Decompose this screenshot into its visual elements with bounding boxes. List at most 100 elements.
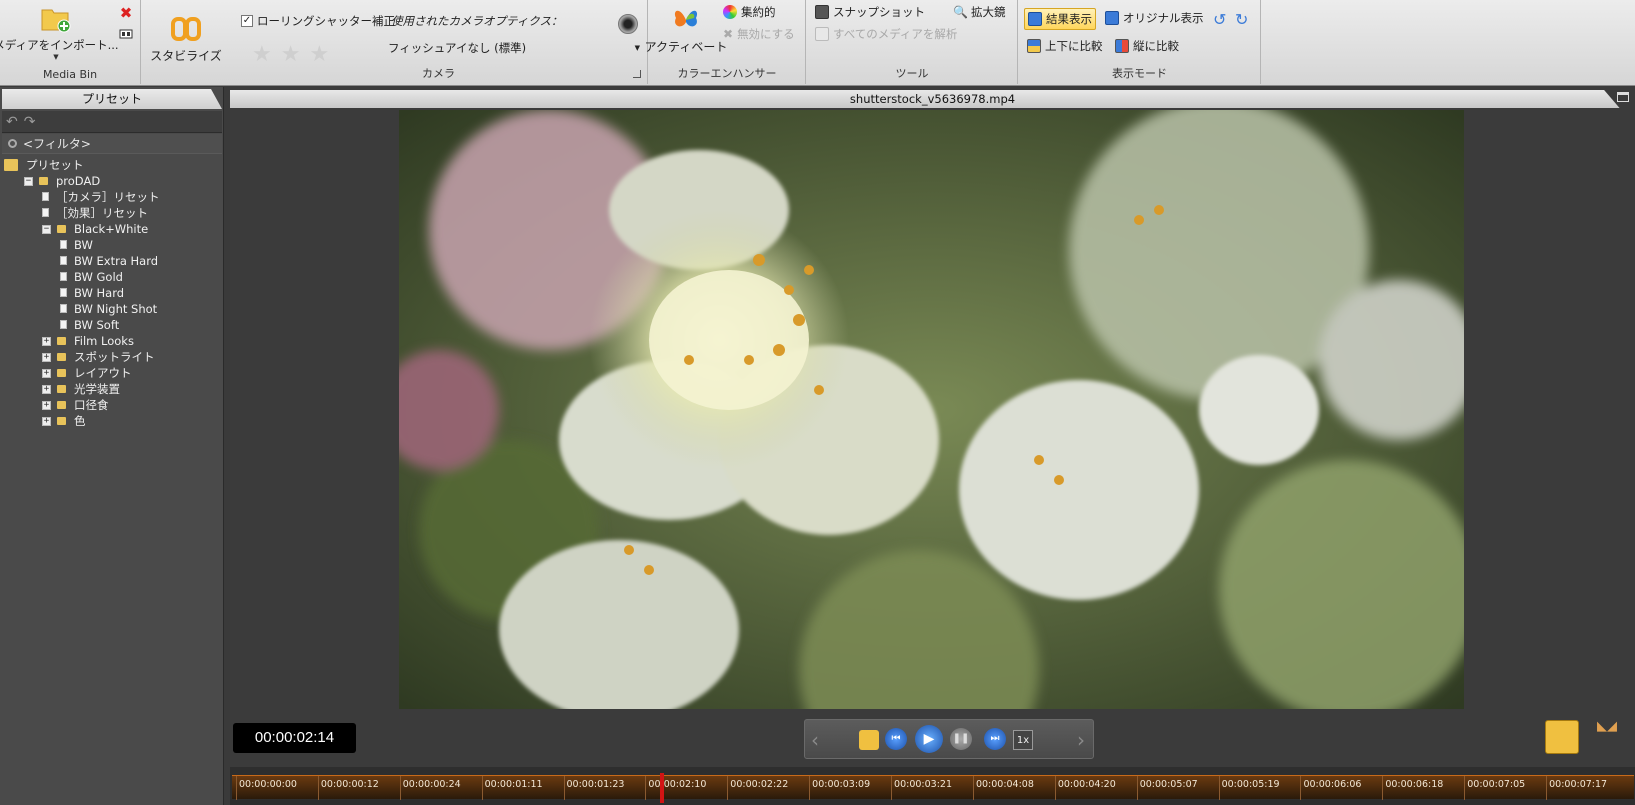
preset-filter-input[interactable]: <フィルタ> [2, 134, 222, 154]
speed-button[interactable]: 1x [1013, 730, 1033, 750]
timeline-tick-label: 00:00:00:24 [402, 779, 461, 790]
star-icon: ★ [252, 42, 281, 67]
pause-button[interactable]: ❚❚ [950, 728, 972, 750]
expand-icon[interactable]: + [42, 385, 51, 394]
import-media-label: メディアをインポート... [0, 38, 119, 52]
tree-item-folder[interactable]: − proDAD [2, 173, 222, 189]
folder-icon [57, 337, 66, 345]
timeline-tick-label: 00:00:03:09 [812, 779, 871, 790]
intensive-label: 集約的 [741, 5, 776, 19]
snapshot-button[interactable]: スナップショット [815, 4, 925, 20]
expand-icon[interactable]: + [42, 353, 51, 362]
compare-top-bottom-button[interactable]: 上下に比較 [1027, 38, 1103, 54]
tree-item-preset[interactable]: ［効果］リセット [2, 205, 222, 221]
folder-stack-icon [4, 159, 18, 171]
tree-item-preset[interactable]: BW Gold [2, 269, 222, 285]
compare-side-by-side-button[interactable]: 縦に比較 [1115, 38, 1179, 54]
skip-forward-button[interactable]: ⏭ [984, 728, 1006, 750]
media-settings-button[interactable] [118, 27, 134, 41]
result-view-button[interactable]: 結果表示 [1024, 8, 1096, 30]
media-bin-group-label: Media Bin [42, 68, 98, 81]
undo-button[interactable]: ↺ [1213, 10, 1226, 29]
expand-icon[interactable]: + [42, 417, 51, 426]
play-button[interactable]: ▶ [915, 725, 943, 753]
scissors-icon[interactable]: ◣◢ [1597, 719, 1627, 755]
tree-item-folder[interactable]: + 口径食 [2, 397, 222, 413]
loop-button[interactable] [859, 730, 879, 750]
close-icon: ✖ [723, 27, 734, 41]
undo-icon[interactable]: ↶ [6, 114, 18, 130]
tree-item-folder[interactable]: + スポットライト [2, 349, 222, 365]
tree-item-folder[interactable]: + 色 [2, 413, 222, 429]
folder-icon [57, 401, 66, 409]
expand-icon[interactable]: + [42, 401, 51, 410]
tree-item-preset[interactable]: BW Extra Hard [2, 253, 222, 269]
timeline[interactable]: 00:00:00:00 00:00:00:12 00:00:00:24 00:00:0… [230, 767, 1635, 805]
video-preview[interactable] [399, 110, 1464, 709]
disable-button[interactable]: ✖ 無効にする [723, 26, 795, 42]
chevron-right-icon: › [1077, 728, 1085, 752]
analyze-all-button[interactable]: すべてのメディアを解析 [815, 26, 957, 42]
skip-back-button[interactable]: ⏮ [885, 728, 907, 750]
clapperboard-icon[interactable] [1545, 720, 1579, 754]
analyze-all-label: すべてのメディアを解析 [833, 27, 958, 41]
playhead[interactable] [659, 773, 664, 803]
activate-button[interactable]: アクティベート [645, 4, 727, 55]
activate-label: アクティベート [644, 40, 728, 54]
rolling-shutter-checkbox[interactable]: ✓ ローリングシャッター補正 [241, 13, 395, 29]
timeline-tick-label: 00:00:05:07 [1139, 779, 1198, 790]
presets-tab[interactable]: プリセット [2, 89, 222, 109]
intensive-button[interactable]: 集約的 [723, 4, 776, 20]
timeline-tick [236, 776, 237, 800]
timeline-tick-label: 00:00:00:12 [320, 779, 379, 790]
collapse-icon[interactable]: − [42, 225, 51, 234]
redo-icon[interactable]: ↷ [24, 114, 36, 130]
stabilize-icon [171, 17, 201, 41]
rating-stars[interactable]: ★★★ [252, 42, 338, 67]
expand-icon[interactable]: + [42, 337, 51, 346]
tree-item-preset[interactable]: BW Soft [2, 317, 222, 333]
timeline-tick-label: 00:00:07:05 [1467, 779, 1526, 790]
tree-item-folder[interactable]: + 光学装置 [2, 381, 222, 397]
tools-group-label: ツール [895, 67, 929, 80]
next-button[interactable]: › [1077, 728, 1085, 752]
optics-dropdown[interactable]: フィッシュアイなし (標準) ▼ [388, 40, 640, 56]
previous-button[interactable]: ‹ [811, 728, 819, 752]
tree-item-preset[interactable]: BW [2, 237, 222, 253]
import-media-button[interactable]: メディアをインポート... ▼ [0, 4, 119, 61]
checkbox-checked-icon: ✓ [241, 15, 253, 27]
stabilize-group: スタビライズ [142, 0, 230, 84]
collapse-icon[interactable]: − [24, 177, 33, 186]
tree-item-label: ［効果］リセット [56, 206, 148, 220]
timecode-display: 00:00:02:14 [233, 723, 356, 753]
tree-item-folder[interactable]: − Black+White [2, 221, 222, 237]
compare-top-bottom-label: 上下に比較 [1045, 39, 1103, 53]
timeline-ruler[interactable]: 00:00:00:00 00:00:00:12 00:00:00:24 00:00:0… [232, 775, 1634, 800]
tree-item-folder[interactable]: プリセット [2, 157, 222, 173]
redo-button[interactable]: ↻ [1235, 10, 1248, 29]
color-enhancer-group-label: カラーエンハンサー [677, 67, 777, 80]
rolling-shutter-label: ローリングシャッター補正 [257, 14, 395, 28]
camera-lens-icon[interactable] [618, 14, 638, 34]
tree-item-folder[interactable]: + レイアウト [2, 365, 222, 381]
timeline-tick [1218, 776, 1220, 800]
tree-item-preset[interactable]: BW Night Shot [2, 301, 222, 317]
tree-item-folder[interactable]: + Film Looks [2, 333, 222, 349]
camera-group-label: カメラ [422, 67, 455, 80]
tree-item-preset[interactable]: BW Hard [2, 285, 222, 301]
remove-media-button[interactable]: ✖ [118, 4, 134, 22]
timeline-tick-label: 00:00:01:11 [484, 779, 543, 790]
speed-label: 1x [1016, 734, 1030, 746]
original-view-button[interactable]: オリジナル表示 [1105, 10, 1204, 26]
timeline-tick-label: 00:00:02:10 [648, 779, 707, 790]
timeline-tick-label: 00:00:06:18 [1385, 779, 1444, 790]
tree-item-preset[interactable]: ［カメラ］リセット [2, 189, 222, 205]
play-icon: ▶ [923, 731, 935, 747]
stabilize-button[interactable]: スタビライズ [146, 14, 226, 64]
maximize-icon[interactable] [1617, 92, 1629, 102]
expand-icon[interactable]: + [42, 369, 51, 378]
timeline-tick-label: 00:00:04:08 [975, 779, 1034, 790]
timeline-tick [317, 776, 319, 800]
close-icon: ✖ [119, 4, 133, 22]
magnifier-button[interactable]: 🔍 拡大鏡 [953, 4, 1005, 20]
